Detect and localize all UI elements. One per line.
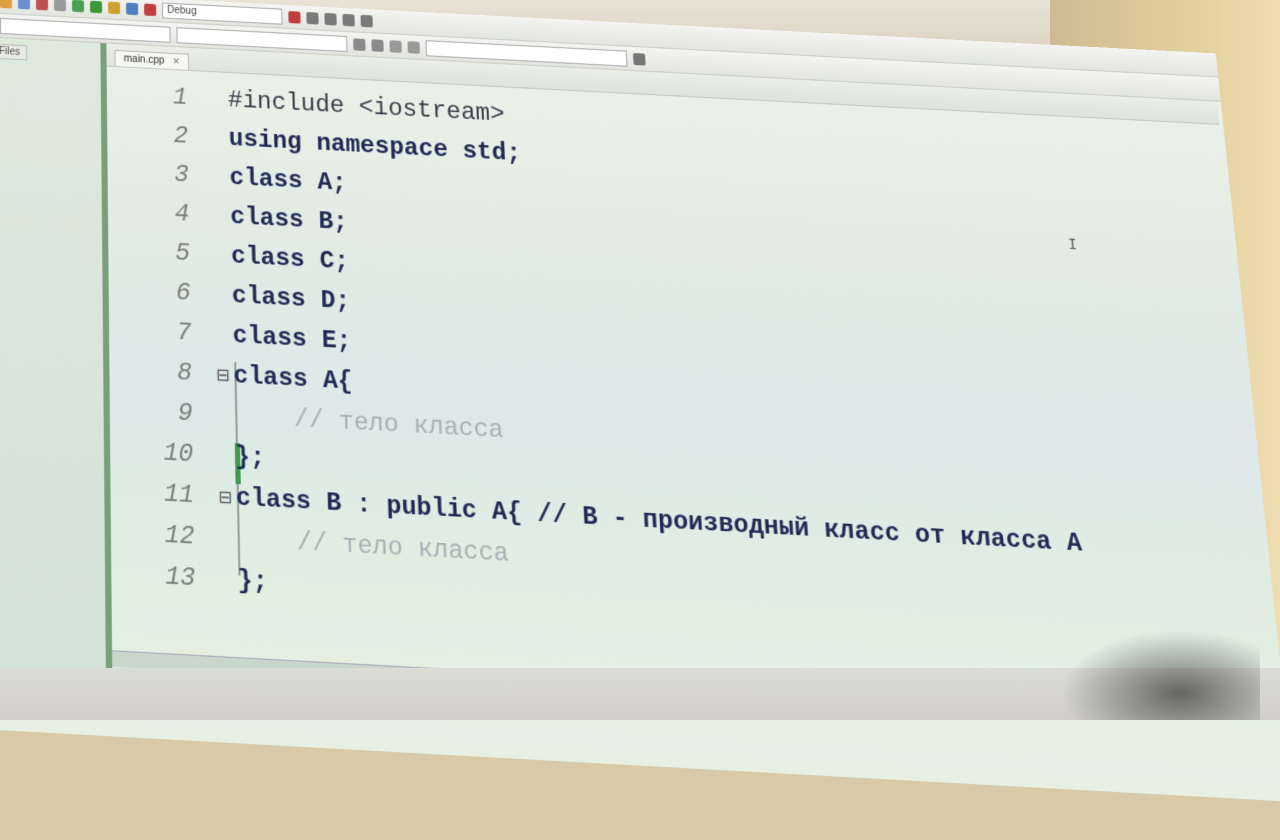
gutter — [210, 216, 230, 217]
line-number: 4 — [174, 199, 190, 229]
gutter — [208, 138, 228, 139]
tab-files[interactable]: Files — [0, 43, 28, 61]
line-number: 9 — [177, 398, 193, 429]
gutter — [216, 538, 237, 539]
code-area[interactable]: 1 #include <iostream> 2 using namespace … — [107, 67, 1276, 659]
step-icon[interactable] — [306, 11, 319, 25]
build-target-select[interactable]: Debug — [162, 1, 283, 25]
run-icon[interactable] — [90, 0, 103, 13]
gutter — [212, 335, 233, 336]
new-file-icon[interactable] — [0, 0, 13, 9]
gutter — [211, 255, 231, 256]
back-icon[interactable] — [353, 37, 366, 51]
gutter — [209, 177, 229, 178]
forward-icon[interactable] — [371, 38, 384, 52]
line-number: 1 — [172, 83, 188, 112]
gutter — [213, 415, 234, 416]
gutter — [211, 295, 232, 296]
rebuild-icon[interactable] — [126, 2, 139, 15]
line-number: 6 — [175, 278, 192, 308]
pause-icon[interactable] — [360, 14, 373, 27]
bookmark-icon[interactable] — [389, 39, 402, 53]
line-number: 13 — [164, 562, 196, 594]
code-text: class A; — [229, 163, 348, 198]
code-text: class C; — [230, 242, 350, 277]
stop-icon[interactable] — [144, 3, 157, 16]
build-and-run-icon[interactable] — [108, 1, 121, 14]
search-icon[interactable] — [632, 52, 646, 66]
line-number: 2 — [173, 122, 189, 151]
code-text: class A{ — [233, 361, 354, 397]
gutter — [216, 580, 237, 581]
fold-toggle-icon[interactable]: ⊟ — [213, 364, 234, 386]
fold-toggle-icon[interactable]: ⊟ — [215, 486, 236, 509]
mouse-cursor-icon: I — [1067, 237, 1078, 255]
gutter — [214, 456, 235, 457]
code-text: }; — [234, 442, 266, 474]
highlight-icon[interactable] — [407, 40, 420, 54]
step-out-icon[interactable] — [342, 13, 355, 26]
debug-icon[interactable] — [288, 10, 301, 24]
line-number: 3 — [174, 160, 190, 190]
close-icon[interactable]: ✕ — [172, 56, 180, 67]
line-number: 5 — [175, 239, 191, 268]
line-number: 11 — [163, 479, 195, 511]
line-number: 7 — [176, 318, 192, 348]
file-tab-label: main.cpp — [123, 53, 165, 67]
step-into-icon[interactable] — [324, 12, 337, 26]
code-text: class B; — [230, 202, 349, 237]
code-text: }; — [237, 566, 269, 598]
hand-shadow — [1060, 630, 1260, 720]
code-text: class D; — [231, 281, 351, 317]
code-text: class E; — [232, 321, 352, 357]
line-number: 12 — [164, 520, 195, 552]
line-number: 10 — [163, 438, 194, 470]
management-panel: Files — [0, 35, 113, 701]
save-icon[interactable] — [35, 0, 49, 10]
gutter — [208, 99, 228, 100]
open-file-icon[interactable] — [17, 0, 31, 10]
cut-icon[interactable] — [53, 0, 67, 11]
build-icon[interactable] — [71, 0, 85, 12]
line-number: 8 — [176, 358, 193, 388]
